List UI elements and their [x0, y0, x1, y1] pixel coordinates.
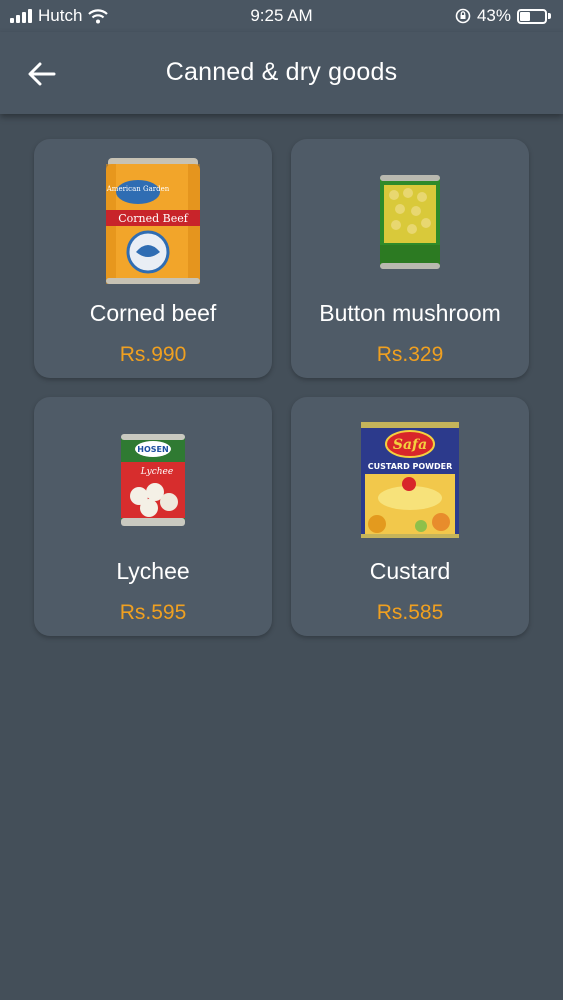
product-card-button-mushroom[interactable]: Button mushroom Rs.329 — [291, 139, 529, 378]
product-price: Rs.585 — [376, 601, 444, 624]
product-name: Lychee — [116, 558, 190, 584]
product-price: Rs.990 — [119, 343, 187, 366]
product-card-lychee[interactable]: HOSEN Lychee Lychee Rs.595 — [34, 397, 272, 636]
page-title: Canned & dry goods — [165, 58, 398, 86]
status-right: 43% — [455, 6, 551, 26]
product-name: Custard — [369, 558, 451, 584]
svg-text:HOSEN: HOSEN — [137, 445, 168, 454]
svg-text:American Garden: American Garden — [106, 185, 170, 193]
battery-icon — [517, 8, 551, 24]
carrier-name: Hutch — [38, 6, 83, 25]
product-card-custard[interactable]: Safa CUSTARD POWDER Custard Rs.585 — [291, 397, 529, 636]
lychee-can-image: HOSEN Lychee — [34, 407, 272, 553]
svg-text:CUSTARD POWDER: CUSTARD POWDER — [368, 462, 453, 471]
product-name: Corned beef — [89, 300, 217, 326]
product-grid: American Garden Corned Beef Corned beef … — [34, 139, 530, 636]
product-card-corned-beef[interactable]: American Garden Corned Beef Corned beef … — [34, 139, 272, 378]
rotation-lock-icon — [455, 8, 471, 24]
status-bar: Hutch 9:25 AM 43% — [0, 0, 563, 32]
signal-icon — [10, 9, 32, 23]
app-header: Canned & dry goods — [0, 32, 563, 114]
mushroom-can-image — [291, 149, 529, 295]
status-left: Hutch — [10, 6, 109, 26]
wifi-icon — [88, 8, 109, 23]
battery-percent: 43% — [476, 6, 511, 25]
svg-text:Lychee: Lychee — [140, 467, 173, 477]
product-price: Rs.595 — [119, 601, 187, 624]
product-name: Button mushroom — [319, 300, 501, 326]
custard-tin-image: Safa CUSTARD POWDER — [291, 407, 529, 553]
svg-text:Safa: Safa — [393, 437, 427, 453]
product-price: Rs.329 — [376, 343, 444, 366]
svg-text:Corned Beef: Corned Beef — [118, 212, 189, 225]
corned-beef-image: American Garden Corned Beef — [34, 149, 272, 295]
